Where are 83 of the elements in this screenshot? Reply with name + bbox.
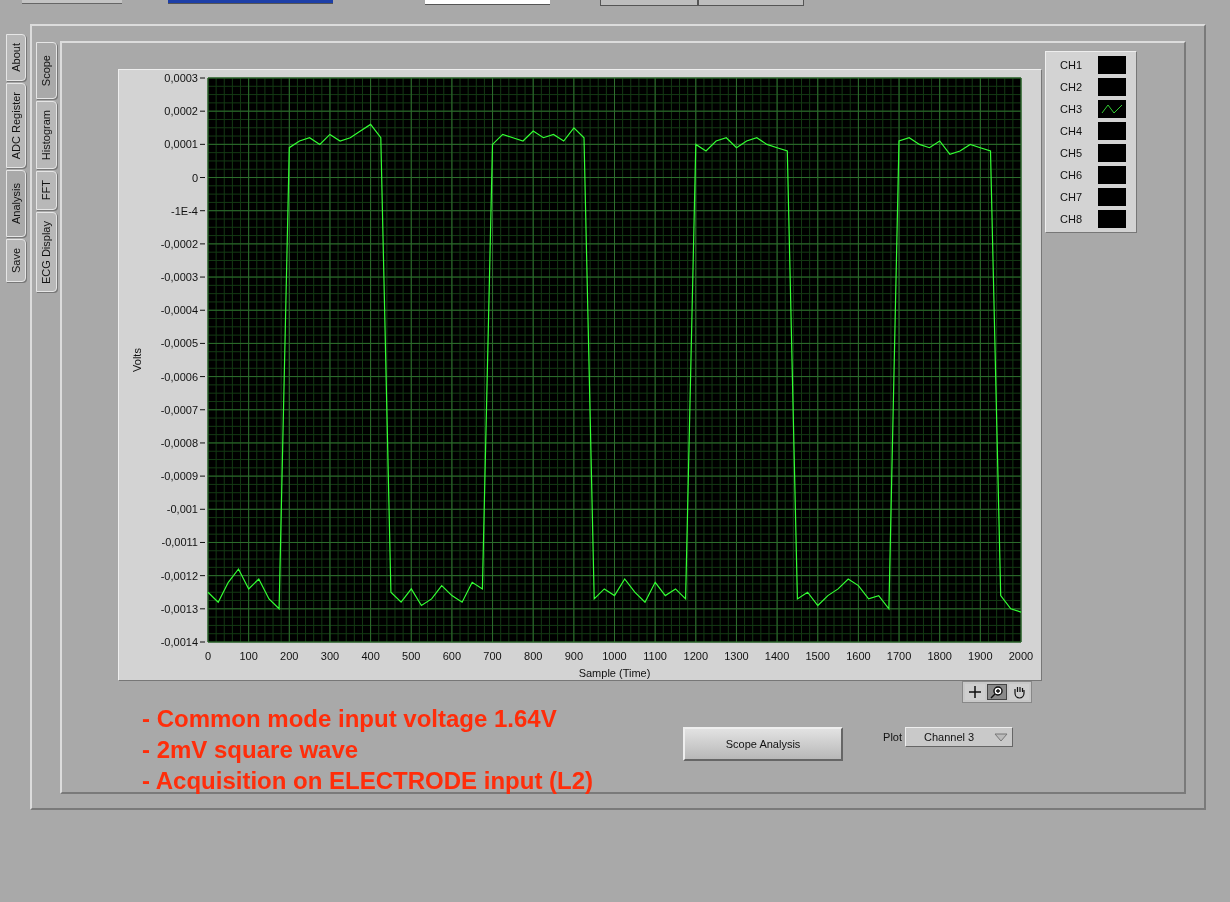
x-tick-label: 1800 (927, 650, 952, 662)
legend-label: CH1 (1060, 57, 1083, 73)
y-tick-label: 0 (191, 171, 198, 184)
magnifier-icon (990, 685, 1004, 699)
y-tick-label: -0,0005 (160, 337, 198, 350)
legend-label: CH7 (1060, 189, 1083, 205)
x-tick-label: 1100 (643, 650, 667, 662)
legend-label: CH5 (1060, 145, 1083, 161)
y-tick-label: -0,0012 (160, 569, 198, 582)
y-tick-label: -0,0003 (160, 271, 198, 284)
top-button[interactable] (698, 0, 804, 6)
hand-icon (1012, 685, 1026, 699)
x-tick-label: 600 (442, 650, 462, 662)
y-tick-label: -0,0006 (160, 370, 198, 383)
y-tick-label: -0,0008 (160, 436, 198, 449)
legend-swatch[interactable] (1098, 78, 1126, 96)
x-tick-label: 1000 (602, 650, 627, 662)
legend-swatch[interactable] (1098, 210, 1126, 228)
x-tick-label: 200 (280, 650, 299, 662)
tab[interactable]: ADC Register (6, 82, 26, 168)
scope-analysis-button[interactable]: Scope Analysis (683, 727, 844, 761)
legend-swatch[interactable] (1098, 100, 1126, 118)
line-icon (1101, 104, 1123, 114)
top-button[interactable] (600, 0, 698, 6)
x-tick-label: 1900 (968, 650, 993, 662)
x-tick-label: 900 (564, 650, 584, 662)
legend-label: CH8 (1060, 211, 1083, 227)
x-axis-title: Sample (Time) (578, 667, 651, 679)
y-tick-label: 0,0003 (164, 72, 198, 84)
tab[interactable]: ECG Display (36, 211, 57, 293)
y-axis-title: Volts (131, 348, 143, 372)
legend-swatch[interactable] (1098, 56, 1126, 74)
x-tick-label: 2000 (1008, 650, 1034, 662)
x-tick-label: 700 (483, 650, 502, 662)
x-tick-label: 0 (204, 650, 212, 662)
y-tick-label: -0,0002 (160, 237, 198, 250)
tab[interactable]: Save (6, 238, 26, 283)
annotation-text: - Common mode input voltage 1.64V (142, 704, 558, 734)
plot-label: Plot (883, 729, 903, 745)
legend-swatch[interactable] (1098, 188, 1126, 206)
y-tick-label: -0,0004 (160, 304, 198, 317)
y-tick-label: -0,0011 (161, 536, 198, 549)
tab[interactable]: Analysis (6, 170, 26, 237)
legend-swatch[interactable] (1098, 144, 1126, 162)
tab[interactable]: Scope (36, 42, 57, 100)
top-button[interactable] (22, 0, 122, 4)
x-tick-label: 300 (320, 650, 340, 662)
legend-swatch[interactable] (1098, 166, 1126, 184)
annotation-text: - Acquisition on ELECTRODE input (L2) (142, 766, 594, 796)
y-tick-label: 0,0002 (164, 105, 198, 118)
x-tick-label: 1200 (683, 650, 709, 662)
y-tick-label: -1E-4 (171, 204, 198, 217)
x-tick-label: 800 (524, 650, 543, 662)
tab[interactable]: About (6, 34, 26, 81)
y-tick-label: -0,0009 (160, 470, 198, 483)
y-tick-label: 0,0001 (164, 138, 198, 151)
top-field[interactable] (425, 0, 550, 5)
y-tick-label: -0,0013 (160, 602, 198, 615)
y-tick-label: -0,001 (166, 503, 198, 516)
y-tick-label: -0,0014 (160, 636, 198, 648)
x-tick-label: 1600 (846, 650, 871, 662)
legend-label: CH2 (1060, 79, 1083, 95)
legend-label: CH4 (1060, 123, 1083, 139)
tab[interactable]: FFT (36, 171, 57, 210)
x-tick-label: 100 (239, 650, 258, 662)
legend-swatch[interactable] (1098, 122, 1126, 140)
tool-button[interactable] (987, 684, 1007, 700)
x-tick-label: 1400 (764, 650, 790, 662)
legend-label: CH3 (1060, 101, 1083, 117)
annotation-text: - 2mV square wave (142, 735, 360, 765)
x-tick-label: 1700 (886, 650, 912, 662)
crosshair-icon (968, 685, 982, 699)
tab[interactable]: Histogram (36, 101, 57, 170)
x-tick-label: 1500 (805, 650, 830, 662)
x-tick-label: 1300 (724, 650, 749, 662)
tool-button[interactable] (965, 684, 985, 700)
y-tick-label: -0,0007 (160, 403, 198, 416)
x-tick-label: 500 (402, 650, 421, 662)
legend-label: CH6 (1060, 167, 1083, 183)
tool-button[interactable] (1009, 684, 1029, 700)
x-tick-label: 400 (361, 650, 380, 662)
caret-icon (994, 732, 1009, 742)
plot-dropdown[interactable]: Channel 3 (905, 727, 1014, 747)
